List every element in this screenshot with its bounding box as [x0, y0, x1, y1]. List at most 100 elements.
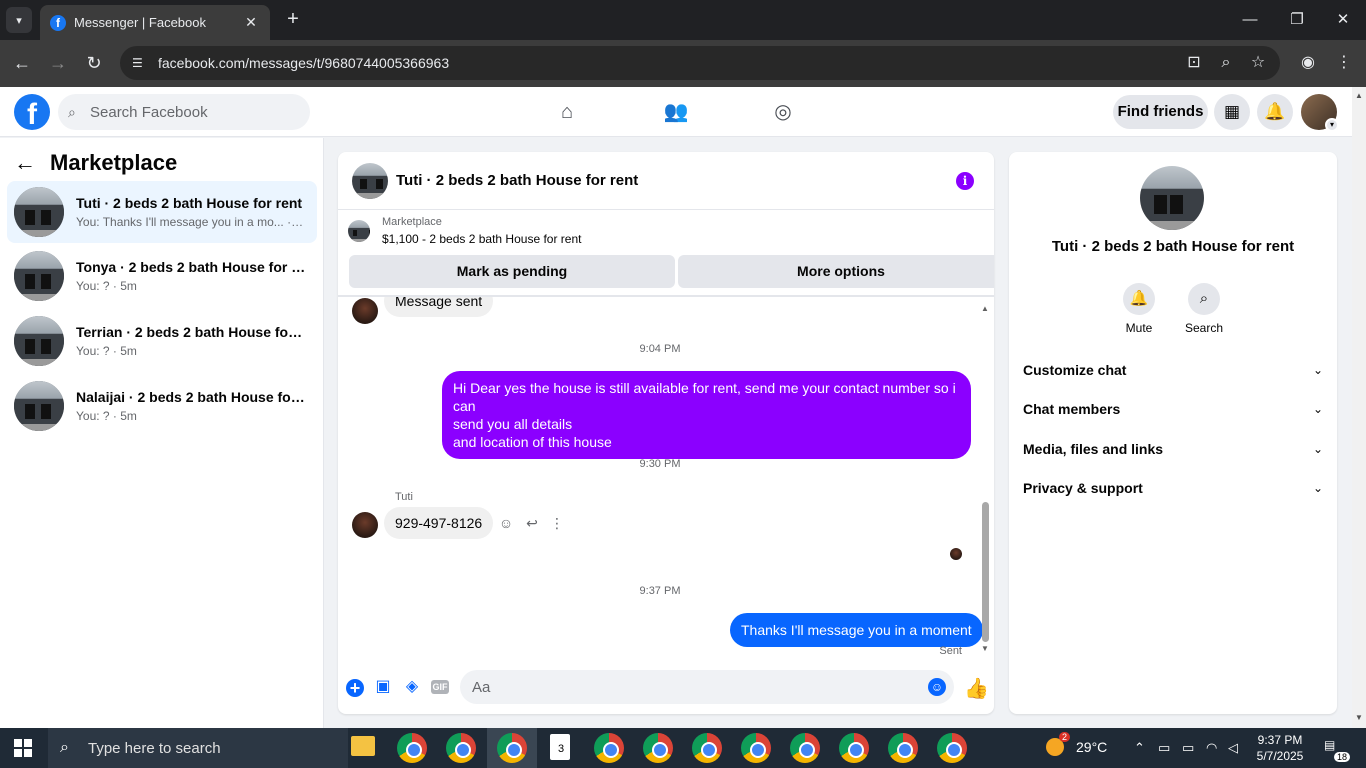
friends-icon[interactable]: 👥	[663, 99, 689, 125]
wifi-icon[interactable]: ◠	[1206, 740, 1217, 756]
scroll-up-arrow-icon[interactable]: ▲	[1352, 91, 1366, 100]
scroll-up-arrow-icon[interactable]: ▲	[980, 304, 990, 313]
privacy-support-section[interactable]: Privacy & support ⌄	[1023, 474, 1323, 502]
reply-icon[interactable]: ↩	[523, 515, 541, 532]
conversation-item-terrian[interactable]: Terrian · 2 beds 2 bath House for r... Y…	[7, 310, 317, 372]
taskbar-search-input[interactable]: ⌕ Type here to search	[48, 728, 348, 768]
facebook-logo-icon[interactable]: f	[14, 94, 50, 130]
media-files-links-section[interactable]: Media, files and links ⌄	[1023, 435, 1323, 463]
reload-icon[interactable]: ↻	[82, 51, 106, 75]
more-options-button[interactable]: More options	[678, 255, 994, 288]
chrome-profile-icon[interactable]	[594, 733, 624, 763]
chrome-profile-icon[interactable]	[497, 733, 527, 763]
volume-icon[interactable]: ◁	[1228, 740, 1238, 756]
chrome-profile-icon[interactable]	[790, 733, 820, 763]
chrome-profile-icon[interactable]	[692, 733, 722, 763]
search-conversation-button[interactable]: ⌕ Search	[1174, 283, 1234, 335]
plus-icon[interactable]: +	[346, 679, 364, 697]
conversation-item-nalaijai[interactable]: Nalaijai · 2 beds 2 bath House for r... …	[7, 375, 317, 437]
facebook-search-input[interactable]: ⌕ Search Facebook	[58, 94, 310, 130]
notifications-bell-icon[interactable]: 🔔	[1257, 94, 1293, 130]
file-explorer-icon[interactable]	[351, 736, 375, 756]
window-close-icon[interactable]: ✕	[1331, 8, 1355, 32]
new-tab-button[interactable]: +	[282, 8, 304, 30]
mute-button[interactable]: 🔔 Mute	[1109, 283, 1169, 335]
message-line: Hi Dear yes the house is still available…	[453, 380, 956, 414]
forward-icon[interactable]: →	[46, 51, 70, 75]
message-bubble-incoming[interactable]: Message sent	[384, 297, 494, 317]
battery-icon[interactable]: ▭	[1182, 740, 1194, 756]
conversation-item-tonya[interactable]: Tonya · 2 beds 2 bath House for rent You…	[7, 245, 317, 307]
chrome-profile-icon[interactable]	[937, 733, 967, 763]
zoom-icon[interactable]: ⌕	[1214, 51, 1238, 75]
weather-icon: 2	[1046, 732, 1070, 756]
message-input[interactable]: Aa ☺	[460, 670, 954, 704]
address-bar[interactable]: ☰ facebook.com/messages/t/96807440053669…	[120, 46, 1280, 80]
home-icon[interactable]: ⌂	[554, 99, 580, 125]
back-arrow-icon[interactable]: ←	[14, 150, 44, 176]
system-clock[interactable]: 9:37 PM 5/7/2025	[1254, 732, 1306, 764]
react-emoji-icon[interactable]: ☺	[497, 515, 515, 531]
listing-price: $1,100 - 2 beds 2 bath House for rent	[382, 232, 582, 246]
scroll-thumb[interactable]	[982, 502, 989, 642]
bell-icon: 🔔	[1123, 283, 1155, 315]
chat-title[interactable]: Tuti · 2 beds 2 bath House for rent	[396, 172, 638, 189]
page-scrollbar[interactable]: ▲ ▼	[1352, 87, 1366, 728]
conversation-name: Nalaijai · 2 beds 2 bath House for r...	[76, 389, 306, 405]
install-app-icon[interactable]: ⊡	[1182, 51, 1206, 75]
restore-icon[interactable]: ❐	[1285, 8, 1309, 32]
message-bubble-outgoing[interactable]: Hi Dear yes the house is still available…	[442, 371, 971, 459]
scroll-down-arrow-icon[interactable]: ▼	[980, 644, 990, 653]
message-placeholder: Aa	[472, 678, 491, 696]
profile-icon[interactable]: ◉	[1296, 51, 1320, 75]
more-kebab-icon[interactable]: ⋮	[548, 515, 566, 532]
customize-chat-section[interactable]: Customize chat ⌄	[1023, 356, 1323, 384]
menu-kebab-icon[interactable]: ⋮	[1332, 51, 1356, 75]
message-bubble-outgoing[interactable]: Thanks I'll message you in a moment	[730, 613, 983, 647]
browser-tab[interactable]: f Messenger | Facebook ✕	[40, 5, 270, 40]
chrome-profile-icon[interactable]	[643, 733, 673, 763]
chat-listing-thumbnail[interactable]	[352, 162, 388, 199]
tab-close-icon[interactable]: ✕	[242, 14, 260, 31]
gif-icon[interactable]: GIF	[431, 680, 449, 694]
sticker-icon[interactable]: ◈	[401, 676, 423, 698]
chrome-profile-icon[interactable]	[888, 733, 918, 763]
menu-grid-icon[interactable]: ▦	[1214, 94, 1250, 130]
notification-center-icon[interactable]: ▤ 18	[1324, 738, 1350, 762]
notepad-icon[interactable]: 3	[550, 734, 570, 760]
clock-date: 5/7/2025	[1256, 749, 1304, 763]
info-icon[interactable]: i	[956, 172, 974, 190]
chevron-down-icon: ⌄	[1312, 442, 1323, 456]
notification-count: 18	[1333, 752, 1350, 762]
find-friends-button[interactable]: Find friends	[1113, 95, 1208, 129]
site-info-icon[interactable]: ☰	[132, 56, 154, 70]
listing-summary[interactable]: Marketplace $1,100 - 2 beds 2 bath House…	[348, 216, 581, 246]
tray-chevron-up-icon[interactable]: ⌃	[1134, 740, 1145, 756]
chrome-icon[interactable]	[397, 733, 427, 763]
chrome-profile-icon[interactable]	[839, 733, 869, 763]
groups-icon[interactable]: ◎	[770, 99, 796, 125]
emoji-icon[interactable]: ☺	[928, 678, 946, 696]
chrome-profile-icon[interactable]	[446, 733, 476, 763]
thumbs-up-icon[interactable]: 👍	[964, 676, 989, 701]
account-avatar[interactable]: ▾	[1301, 94, 1339, 132]
mark-as-pending-button[interactable]: Mark as pending	[349, 255, 675, 288]
chat-members-section[interactable]: Chat members ⌄	[1023, 395, 1323, 423]
tab-search-button[interactable]: ▾	[6, 7, 32, 33]
conversation-item-tuti[interactable]: Tuti · 2 beds 2 bath House for rent You:…	[7, 181, 317, 243]
url-text: facebook.com/messages/t/9680744005366963	[158, 55, 450, 71]
bookmark-star-icon[interactable]: ☆	[1246, 51, 1270, 75]
tray-meet-icon[interactable]: ▭	[1158, 740, 1170, 756]
photo-icon[interactable]: ▣	[372, 676, 394, 698]
contact-avatar[interactable]	[352, 512, 378, 538]
scroll-down-arrow-icon[interactable]: ▼	[1352, 713, 1366, 722]
message-bubble-incoming[interactable]: 929-497-8126	[384, 507, 494, 539]
back-icon[interactable]: ←	[10, 51, 34, 75]
minimize-icon[interactable]: —	[1238, 8, 1262, 32]
timestamp: 9:37 PM	[639, 585, 681, 597]
windows-start-icon[interactable]	[14, 739, 32, 757]
chat-scrollbar[interactable]: ▲ ▼	[980, 304, 990, 654]
chrome-profile-icon[interactable]	[741, 733, 771, 763]
timestamp: 9:04 PM	[639, 343, 681, 355]
weather-widget[interactable]: 2 29°C	[1046, 732, 1107, 756]
